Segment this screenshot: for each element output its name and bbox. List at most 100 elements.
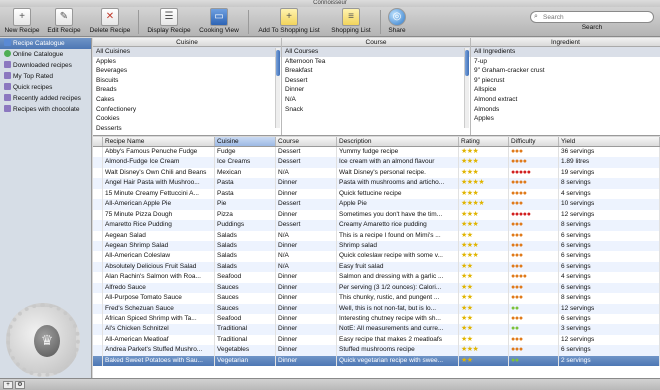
table-row[interactable]: Amaretto Rice Pudding Puddings Dessert Crea… — [93, 220, 660, 231]
cuisine-filter-item[interactable]: Breads — [93, 85, 281, 95]
cuisine-cell: Pizza — [215, 209, 276, 221]
sidebar-item-online-catalogue[interactable]: Online Catalogue — [0, 49, 91, 60]
table-row[interactable]: Alfredo Sauce Sauces Dinner Per serving (3 … — [93, 282, 660, 294]
table-row[interactable]: Fred's Schezuan Sauce Sauces Dinner Well, t… — [93, 303, 660, 314]
cuisine-filter-item[interactable]: Cakes — [93, 95, 281, 105]
smart-folder-icon — [4, 105, 11, 112]
cuisine-filter-item[interactable]: All Cuisines — [93, 47, 281, 57]
ingredient-filter-item[interactable]: Almonds — [471, 105, 660, 115]
table-row[interactable]: Aegean Salad Salads N/A This is a recipe I … — [93, 230, 660, 241]
table-header: Recipe Name Cuisine Course Description R… — [93, 137, 660, 147]
course-filter-item[interactable]: Dinner — [282, 85, 470, 95]
yield-cell: 8 servings — [559, 293, 660, 304]
table-row[interactable]: Absolutely Delicious Fruit Salad Salads N/… — [93, 261, 660, 273]
course-filter-item[interactable]: N/A — [282, 95, 470, 105]
scrollbar-thumb[interactable] — [276, 50, 280, 76]
ingredient-filter-item[interactable]: Almond extract — [471, 95, 660, 105]
course-cell: Dinner — [276, 355, 337, 367]
yield-cell: 36 servings — [559, 147, 660, 158]
chef-hat-logo: ♛ — [6, 303, 80, 377]
add-to-shopping-list-button[interactable]: + Add To Shopping List — [254, 8, 324, 36]
ingredient-filter-item[interactable]: 9" Graham-cracker crust — [471, 66, 660, 76]
add-collection-button[interactable]: + — [3, 381, 13, 389]
share-globe-icon: ◎ — [388, 8, 406, 26]
table-row[interactable]: African Spiced Shrimp with Ta... Seafood D… — [93, 314, 660, 325]
course-cell: Dinner — [276, 282, 337, 294]
row-icon-cell — [93, 167, 103, 179]
table-row[interactable]: Angel Hair Pasta with Mushroo... Pasta Din… — [93, 178, 660, 189]
sidebar-item-recently-added[interactable]: Recently added recipes — [0, 93, 91, 104]
table-row[interactable]: Almond-Fudge Ice Cream Ice Creams Dessert I… — [93, 157, 660, 168]
cuisine-cell: Sauces — [215, 282, 276, 294]
table-row[interactable]: Andrea Parket's Stuffed Mushro... Vegetab… — [93, 345, 660, 356]
sidebar-item-recipes-with-chocolate[interactable]: Recipes with chocolate — [0, 104, 91, 115]
table-row[interactable]: All-American Apple Pie Pie Dessert Apple Pi… — [93, 199, 660, 210]
yield-cell: 3 servings — [559, 324, 660, 335]
sidebar-item-my-top-rated[interactable]: My Top Rated — [0, 71, 91, 82]
delete-recipe-button[interactable]: ✕ Delete Recipe — [88, 8, 132, 36]
difficulty-cell: ●●●●● — [509, 167, 559, 179]
column-header-description[interactable]: Description — [337, 137, 459, 146]
recipe-table: Recipe Name Cuisine Course Description R… — [93, 137, 660, 378]
table-row[interactable]: Abby's Famous Penuche Fudge Fudge Dessert Y… — [93, 147, 660, 158]
ingredient-filter-item[interactable]: 9" piecrust — [471, 76, 660, 86]
ingredient-filter-item[interactable]: 7-up — [471, 57, 660, 67]
sidebar-item-quick-recipes[interactable]: Quick recipes — [0, 82, 91, 93]
cooking-view-button[interactable]: ▭ Cooking View — [196, 8, 242, 36]
table-row[interactable]: Walt Disney's Own Chili and Beans Mexican… — [93, 167, 660, 179]
table-row[interactable]: Alan Rachin's Salmon with Roa... Seafood D… — [93, 272, 660, 283]
table-row[interactable]: All-American Meatloaf Traditional Dinner Ea… — [93, 334, 660, 346]
cuisine-filter-item[interactable]: Confectionery — [93, 105, 281, 115]
shopping-list-button[interactable]: ≡ Shopping List — [328, 8, 374, 36]
cuisine-filter-item[interactable]: Desserts — [93, 124, 281, 134]
course-filter-item[interactable]: Snack — [282, 105, 470, 115]
cuisine-filter-item[interactable]: Apples — [93, 57, 281, 67]
table-row[interactable]: Al's Chicken Schnitzel Traditional Dinner N… — [93, 324, 660, 335]
scrollbar-thumb[interactable] — [465, 50, 469, 76]
course-filter-item[interactable]: All Courses — [282, 47, 470, 57]
table-row[interactable]: Aegean Shrimp Salad Salads Dinner Shrimp sa… — [93, 240, 660, 252]
cuisine-filter-item[interactable]: Cookies — [93, 114, 281, 124]
course-filter-item[interactable]: Breakfast — [282, 66, 470, 76]
new-recipe-button[interactable]: + New Recipe — [4, 8, 40, 36]
edit-recipe-button[interactable]: ✎ Edit Recipe — [46, 8, 82, 36]
display-recipe-button[interactable]: ☰ Display Recipe — [144, 8, 194, 36]
course-filter-item[interactable]: Afternoon Tea — [282, 57, 470, 67]
collection-actions-button[interactable]: ⚙ — [15, 381, 25, 389]
ingredient-filter-item[interactable]: Apples — [471, 114, 660, 124]
column-header-icon[interactable] — [93, 137, 103, 146]
rating-cell: ★★ — [459, 261, 509, 273]
share-button[interactable]: ◎ Share — [384, 8, 410, 36]
cuisine-filter-item[interactable]: Biscuits — [93, 76, 281, 86]
table-row[interactable]: All-American Coleslaw Salads N/A Quick cole… — [93, 251, 660, 262]
course-scrollbar[interactable] — [275, 48, 280, 128]
difficulty-cell: ●● — [509, 324, 559, 335]
table-row[interactable]: All-Purpose Tomato Sauce Sauces Dinner This… — [93, 293, 660, 304]
column-header-cuisine[interactable]: Cuisine — [215, 137, 276, 146]
search-input[interactable] — [530, 11, 654, 23]
table-row[interactable]: Baked Sweet Potatoes with Sau... Vegetari… — [93, 355, 660, 367]
column-header-yield[interactable]: Yield — [559, 137, 660, 146]
sidebar-item-downloaded-recipes[interactable]: Downloaded recipes — [0, 60, 91, 71]
table-row[interactable]: 75 Minute Pizza Dough Pizza Dinner Sometime… — [93, 209, 660, 221]
difficulty-cell: ●●●●● — [509, 209, 559, 221]
ingredient-filter-item[interactable]: Allspice — [471, 85, 660, 95]
search-area: ⌕ Search — [530, 11, 654, 35]
sidebar-item-recipe-catalogue[interactable]: Recipe Catalogue — [0, 38, 91, 49]
ingredient-scrollbar[interactable] — [464, 48, 469, 128]
column-header-rating[interactable]: Rating — [459, 137, 509, 146]
rating-cell: ★★★ — [459, 240, 509, 252]
column-header-recipe-name[interactable]: Recipe Name — [103, 137, 215, 146]
cuisine-cell: Traditional — [215, 324, 276, 335]
table-row[interactable]: 15 Minute Creamy Fettuccini A... Pasta Din… — [93, 188, 660, 200]
cuisine-filter-item[interactable]: Beverages — [93, 66, 281, 76]
column-header-difficulty[interactable]: Difficulty — [509, 137, 559, 146]
course-filter-item[interactable]: Dessert — [282, 76, 470, 86]
display-recipe-icon: ☰ — [160, 8, 178, 26]
toolbar-separator — [248, 10, 249, 34]
globe-icon — [4, 50, 11, 57]
column-header-course[interactable]: Course — [276, 137, 337, 146]
difficulty-cell: ●●● — [509, 147, 559, 158]
ingredient-filter-item[interactable]: All Ingredients — [471, 47, 660, 57]
recipe-name-cell: African Spiced Shrimp with Ta... — [103, 314, 215, 325]
